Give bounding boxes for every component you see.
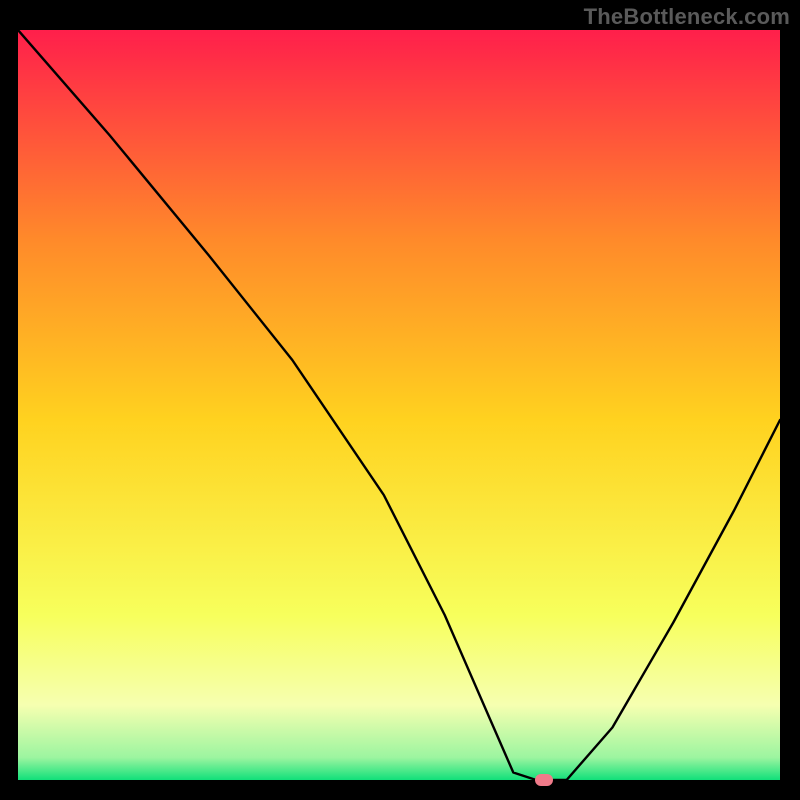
gradient-background	[18, 30, 780, 780]
plot-area	[18, 30, 780, 780]
optimal-point-marker	[535, 774, 553, 786]
chart-svg	[18, 30, 780, 780]
watermark-text: TheBottleneck.com	[584, 4, 790, 30]
chart-frame: TheBottleneck.com	[0, 0, 800, 800]
